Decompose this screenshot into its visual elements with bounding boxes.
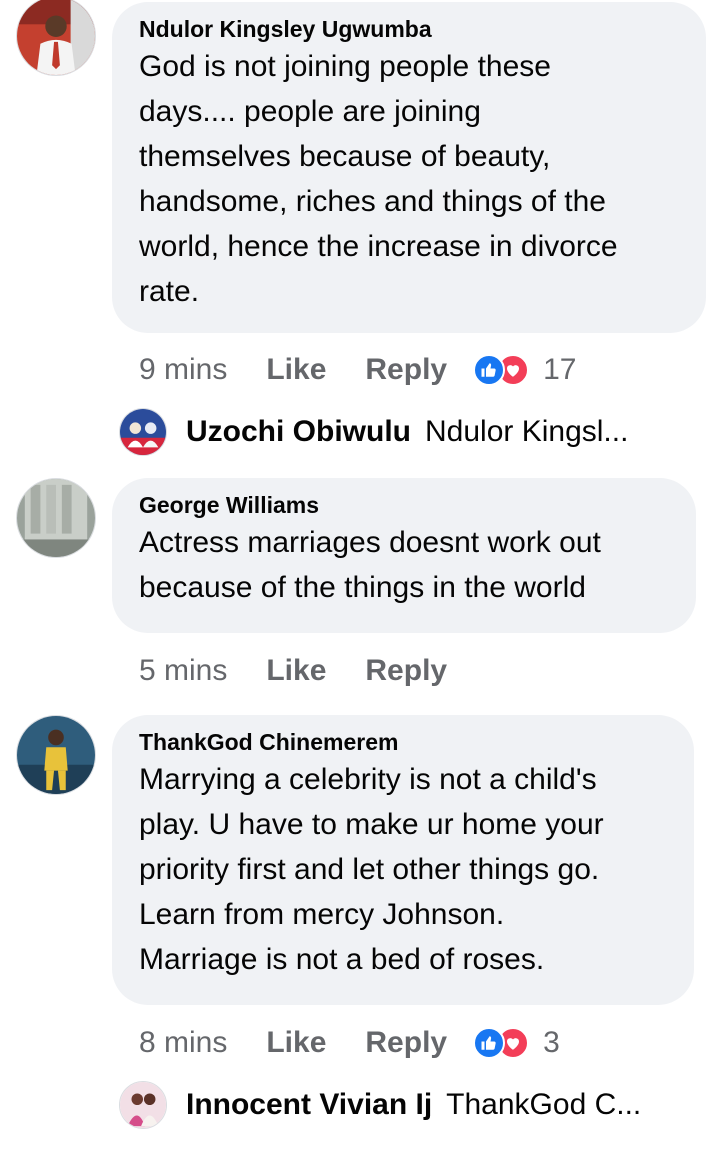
reply-button[interactable]: Reply — [365, 1026, 447, 1060]
profile-photo-icon — [17, 0, 95, 75]
like-button[interactable]: Like — [266, 353, 326, 387]
comment-author[interactable]: ThankGod Chinemerem — [139, 727, 668, 757]
comment-timestamp[interactable]: 9 mins — [139, 353, 227, 387]
avatar[interactable] — [16, 715, 96, 795]
avatar[interactable] — [16, 0, 96, 76]
reply-preview[interactable]: Innocent Vivian Ij ThankGod C... — [119, 1081, 641, 1129]
comment-bubble: Ndulor Kingsley Ugwumba God is not joini… — [112, 2, 706, 333]
comment-timestamp[interactable]: 5 mins — [139, 654, 227, 688]
reactions-summary[interactable]: 3 — [473, 1026, 560, 1060]
avatar[interactable] — [16, 478, 96, 558]
comment-bubble: ThankGod Chinemerem Marrying a celebrity… — [112, 715, 694, 1005]
comment-text: Actress marriages doesnt work out becaus… — [139, 526, 601, 604]
comment-text: God is not joining people these days....… — [139, 50, 618, 308]
like-icon — [473, 1027, 506, 1059]
reply-avatar — [119, 408, 167, 456]
comment-text: Marrying a celebrity is not a child's pl… — [139, 763, 604, 976]
reply-author[interactable]: Uzochi Obiwulu — [186, 415, 411, 449]
profile-photo-icon — [17, 716, 95, 794]
comment-author[interactable]: George Williams — [139, 490, 670, 520]
comment-timestamp[interactable]: 8 mins — [139, 1026, 227, 1060]
like-button[interactable]: Like — [266, 654, 326, 688]
comment-actions: 8 mins Like Reply 3 — [139, 1023, 560, 1063]
comment-author[interactable]: Ndulor Kingsley Ugwumba — [139, 14, 680, 44]
profile-photo-icon — [120, 1082, 166, 1128]
reply-avatar — [119, 1081, 167, 1129]
reply-snippet: ThankGod C... — [446, 1088, 642, 1121]
like-button[interactable]: Like — [266, 1026, 326, 1060]
like-icon — [473, 354, 506, 386]
comment-bubble: George Williams Actress marriages doesnt… — [112, 478, 696, 633]
reply-button[interactable]: Reply — [365, 654, 447, 688]
reply-preview[interactable]: Uzochi Obiwulu Ndulor Kingsl... — [119, 408, 628, 456]
reaction-count: 3 — [543, 1026, 560, 1059]
reply-button[interactable]: Reply — [365, 353, 447, 387]
reply-author[interactable]: Innocent Vivian Ij — [186, 1088, 432, 1122]
profile-photo-icon — [120, 409, 166, 455]
comment-actions: 5 mins Like Reply — [139, 651, 447, 691]
reactions-summary[interactable]: 17 — [473, 353, 576, 387]
reply-snippet: Ndulor Kingsl... — [425, 415, 629, 448]
comment-actions: 9 mins Like Reply 17 — [139, 350, 576, 390]
reaction-count: 17 — [543, 353, 577, 386]
profile-photo-icon — [17, 479, 95, 557]
